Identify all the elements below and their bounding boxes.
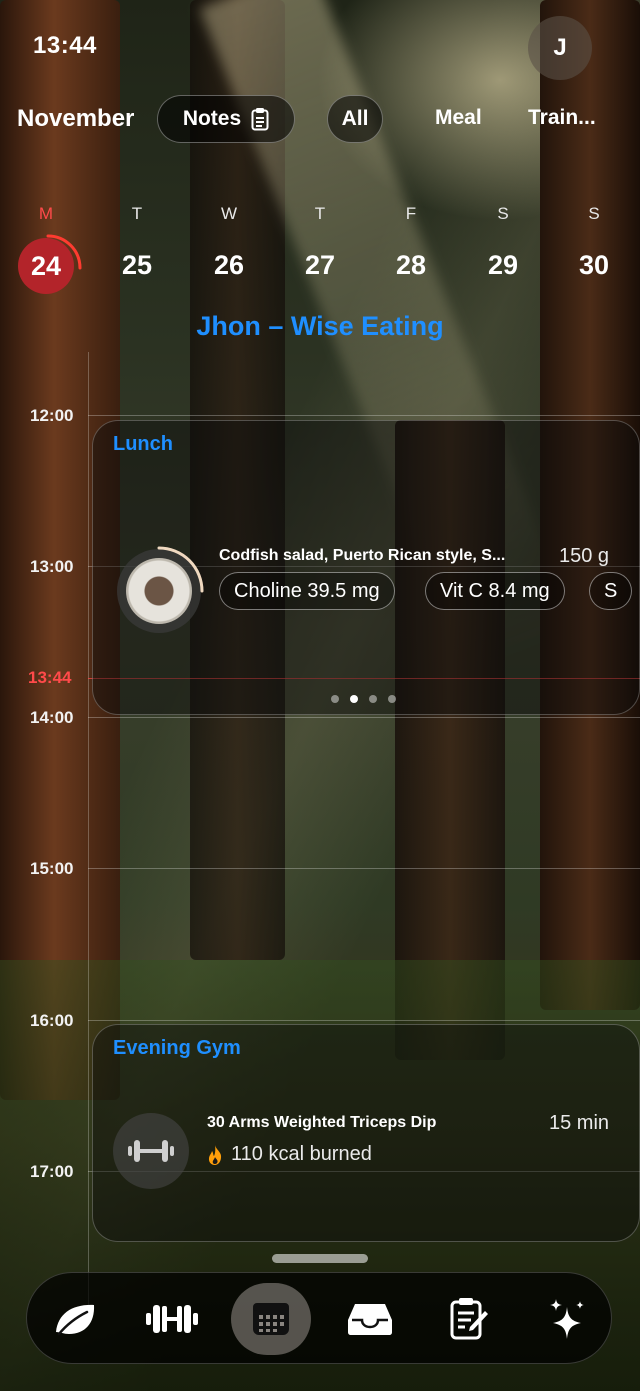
day-26[interactable]: 26 bbox=[199, 250, 259, 281]
filter-all[interactable]: All bbox=[327, 95, 383, 143]
food-image bbox=[126, 558, 192, 624]
day-29[interactable]: 29 bbox=[473, 250, 533, 281]
food-name[interactable]: Codfish salad, Puerto Rican style, S... bbox=[219, 547, 549, 565]
clipboard-icon bbox=[251, 108, 269, 131]
hour-line bbox=[88, 868, 640, 869]
dumbbell-icon bbox=[146, 1305, 198, 1333]
day-letter-fri: F bbox=[405, 204, 417, 223]
dumbbell-thumbnail bbox=[113, 1113, 189, 1189]
hour-label: 13:00 bbox=[30, 557, 74, 576]
month-label[interactable]: November bbox=[17, 105, 134, 133]
page-dot bbox=[331, 695, 339, 703]
calendar-icon bbox=[253, 1303, 289, 1335]
exercise-duration: 15 min bbox=[549, 1112, 610, 1134]
page-dot bbox=[388, 695, 396, 703]
notes-label: Notes bbox=[182, 107, 242, 130]
timeline-axis bbox=[88, 352, 89, 1312]
day-27[interactable]: 27 bbox=[290, 250, 350, 281]
notes-button[interactable]: Notes bbox=[157, 95, 295, 143]
current-time-label: 13:44 bbox=[28, 668, 72, 687]
kcal-text: 110 kcal burned bbox=[231, 1143, 372, 1165]
tab-bar bbox=[26, 1272, 612, 1364]
day-28[interactable]: 28 bbox=[381, 250, 441, 281]
tab-inbox[interactable] bbox=[330, 1283, 410, 1355]
nutrient-chip[interactable]: Choline 39.5 mg bbox=[219, 572, 395, 610]
filter-meal[interactable]: Meal bbox=[435, 106, 482, 130]
dumbbell-icon bbox=[128, 1140, 174, 1162]
evening-gym-card[interactable]: Evening Gym 30 Arms Weighted Triceps Dip… bbox=[92, 1024, 640, 1242]
filter-training[interactable]: Train... bbox=[528, 106, 596, 130]
leaf-icon bbox=[56, 1304, 95, 1336]
exercise-name[interactable]: 30 Arms Weighted Triceps Dip bbox=[207, 1114, 436, 1132]
day-letter-thu: T bbox=[314, 204, 326, 223]
page-indicator[interactable] bbox=[331, 695, 396, 703]
hour-label: 16:00 bbox=[30, 1011, 74, 1030]
page-dot bbox=[369, 695, 377, 703]
hour-label: 12:00 bbox=[30, 406, 74, 425]
hour-label: 17:00 bbox=[30, 1162, 74, 1181]
inbox-icon bbox=[348, 1304, 392, 1335]
lunch-card[interactable]: Lunch Codfish salad, Puerto Rican style,… bbox=[92, 420, 640, 715]
tab-ai[interactable] bbox=[527, 1283, 607, 1355]
lunch-title: Lunch bbox=[113, 433, 173, 455]
hour-label: 15:00 bbox=[30, 859, 74, 878]
tab-nutrition[interactable] bbox=[35, 1283, 115, 1355]
sparkles-icon bbox=[550, 1299, 584, 1339]
tab-notes[interactable] bbox=[429, 1283, 509, 1355]
status-time: 13:44 bbox=[33, 32, 97, 59]
day-letter-tue: T bbox=[131, 204, 143, 223]
nutrient-chip[interactable]: Vit C 8.4 mg bbox=[425, 572, 565, 610]
tab-training[interactable] bbox=[132, 1283, 212, 1355]
nutrient-chip[interactable]: S bbox=[589, 572, 633, 610]
sheet-grabber[interactable] bbox=[272, 1254, 368, 1263]
day-25[interactable]: 25 bbox=[107, 250, 167, 281]
day-letter-mon: M bbox=[38, 204, 54, 223]
kcal-burned: 110 kcal burned bbox=[207, 1143, 372, 1166]
food-weight: 150 g bbox=[559, 545, 610, 567]
page-dot-active bbox=[350, 695, 358, 703]
tab-calendar[interactable] bbox=[231, 1283, 311, 1355]
flame-icon bbox=[208, 1144, 222, 1165]
day-24-today[interactable]: 24 bbox=[18, 238, 74, 294]
hour-line bbox=[88, 415, 640, 416]
notes-edit-icon bbox=[450, 1298, 488, 1340]
day-30[interactable]: 30 bbox=[564, 250, 624, 281]
day-letter-sun: S bbox=[588, 204, 600, 223]
profile-avatar[interactable]: J bbox=[528, 16, 592, 80]
hour-line bbox=[88, 717, 640, 718]
hour-line bbox=[88, 1020, 640, 1021]
plan-title[interactable]: Jhon – Wise Eating bbox=[0, 311, 640, 342]
hour-label: 14:00 bbox=[30, 708, 74, 727]
gym-title: Evening Gym bbox=[113, 1037, 241, 1059]
day-letter-sat: S bbox=[497, 204, 509, 223]
day-letter-wed: W bbox=[220, 204, 238, 223]
